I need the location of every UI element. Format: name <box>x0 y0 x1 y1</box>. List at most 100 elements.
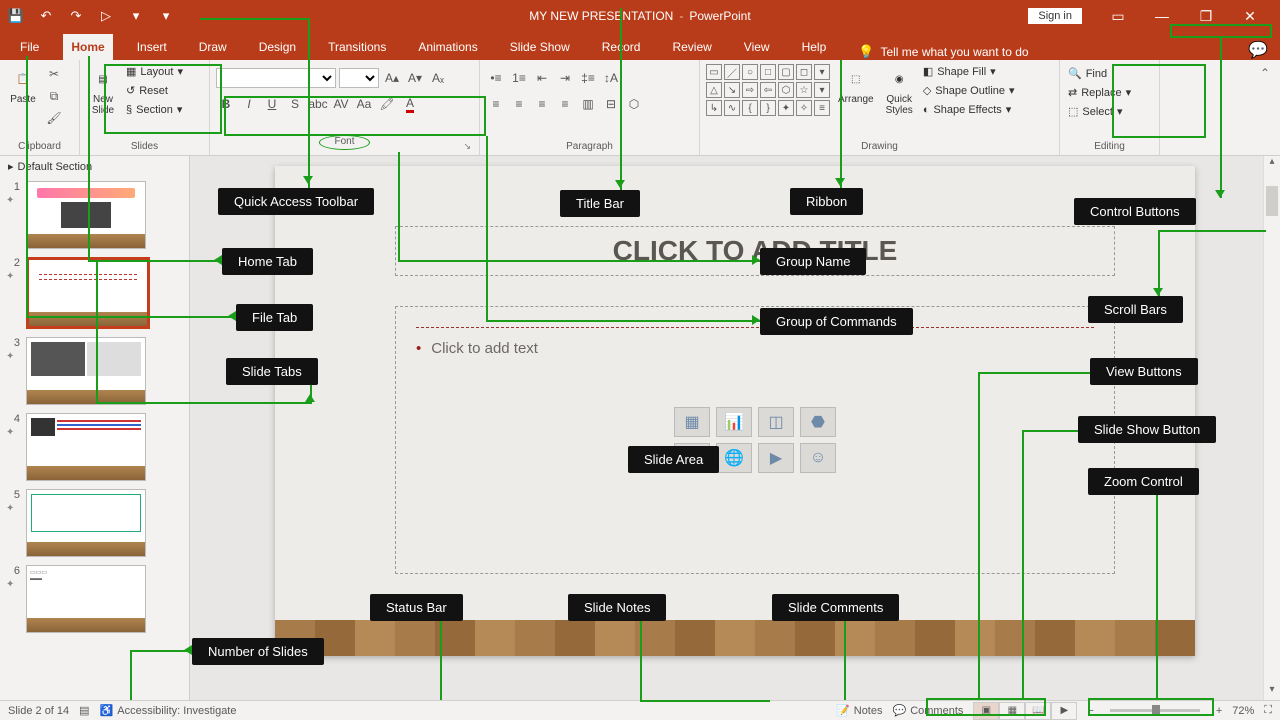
justify-icon[interactable]: ≡ <box>555 94 575 114</box>
notes-button[interactable]: 📝 Notes <box>836 704 882 717</box>
italic-icon[interactable]: I <box>239 94 259 114</box>
font-size-select[interactable] <box>339 68 379 88</box>
columns-icon[interactable]: ▥ <box>578 94 598 114</box>
tab-design[interactable]: Design <box>251 34 304 60</box>
qat-more-icon[interactable]: ▾ <box>128 8 144 24</box>
increase-font-icon[interactable]: A▴ <box>382 68 402 88</box>
replace-button[interactable]: ⇄ Replace ▾ <box>1066 85 1133 100</box>
tab-review[interactable]: Review <box>664 34 719 60</box>
content-placeholder[interactable]: •Click to add text ▦ 📊 ◫ ⬣ 🖼 🌐 ▶ ☺ <box>395 306 1115 574</box>
tab-insert[interactable]: Insert <box>129 34 175 60</box>
insert-smartart-icon[interactable]: ◫ <box>758 407 794 437</box>
align-center-icon[interactable]: ≡ <box>509 94 529 114</box>
align-right-icon[interactable]: ≡ <box>532 94 552 114</box>
line-spacing-icon[interactable]: ‡≡ <box>578 68 598 88</box>
close-icon[interactable]: ✕ <box>1228 2 1272 30</box>
insert-icon-icon[interactable]: ☺ <box>800 443 836 473</box>
cut-icon[interactable]: ✂ <box>44 64 64 84</box>
vertical-scrollbar[interactable]: ▴ ▾ <box>1263 156 1280 700</box>
insert-video-icon[interactable]: ▶ <box>758 443 794 473</box>
undo-icon[interactable]: ↶ <box>38 8 54 24</box>
zoom-level[interactable]: 72% <box>1232 705 1254 717</box>
scroll-thumb[interactable] <box>1266 186 1278 216</box>
reset-button[interactable]: ↺ Reset <box>124 83 185 98</box>
spell-check-icon[interactable]: ▤ <box>79 704 89 717</box>
case-icon[interactable]: Aa <box>354 94 374 114</box>
select-button[interactable]: ⬚ Select ▾ <box>1066 104 1125 119</box>
zoom-slider[interactable] <box>1110 709 1200 712</box>
scroll-down-icon[interactable]: ▾ <box>1264 684 1280 700</box>
quick-styles-button[interactable]: ◉ Quick Styles <box>882 64 917 118</box>
start-from-beginning-icon[interactable]: ▷ <box>98 8 114 24</box>
font-name-select[interactable] <box>216 68 336 88</box>
shape-effects-button[interactable]: ◐ Shape Effects ▾ <box>921 102 1017 117</box>
copy-icon[interactable]: ⧉ <box>44 86 64 106</box>
slide-thumb-3[interactable] <box>26 337 146 405</box>
numbering-icon[interactable]: 1≡ <box>509 68 529 88</box>
indent-inc-icon[interactable]: ⇥ <box>555 68 575 88</box>
indent-dec-icon[interactable]: ⇤ <box>532 68 552 88</box>
insert-chart-icon[interactable]: 📊 <box>716 407 752 437</box>
slideshow-view-icon[interactable]: ▶ <box>1051 702 1077 720</box>
tab-file[interactable]: File <box>12 34 47 60</box>
slide-counter[interactable]: Slide 2 of 14 <box>8 705 69 717</box>
find-button[interactable]: 🔍 Find <box>1066 66 1109 81</box>
sorter-view-icon[interactable]: ▦ <box>999 702 1025 720</box>
tab-draw[interactable]: Draw <box>191 34 235 60</box>
minimize-icon[interactable]: — <box>1140 2 1184 30</box>
slide-thumb-2[interactable] <box>26 257 150 329</box>
shape-fill-button[interactable]: ◧ Shape Fill ▾ <box>921 64 1017 79</box>
clear-format-icon[interactable]: Aₓ <box>428 68 448 88</box>
save-icon[interactable]: 💾 <box>8 8 24 24</box>
sign-in-button[interactable]: Sign in <box>1028 8 1082 24</box>
bullets-icon[interactable]: •≡ <box>486 68 506 88</box>
tell-me[interactable]: 💡Tell me what you want to do <box>858 44 1028 60</box>
ribbon-display-icon[interactable]: ▭ <box>1096 2 1140 30</box>
tab-help[interactable]: Help <box>794 34 835 60</box>
reading-view-icon[interactable]: 📖 <box>1025 702 1051 720</box>
font-color-icon[interactable]: A <box>400 94 420 114</box>
insert-3d-icon[interactable]: ⬣ <box>800 407 836 437</box>
slide-thumb-1[interactable] <box>26 181 146 249</box>
underline-icon[interactable]: U <box>262 94 282 114</box>
spacing-icon[interactable]: AV <box>331 94 351 114</box>
slide-thumb-6[interactable]: ▭▭▭▬▬ <box>26 565 146 633</box>
slide-thumb-5[interactable] <box>26 489 146 557</box>
accessibility-status[interactable]: ♿ Accessibility: Investigate <box>100 704 237 717</box>
section-header[interactable]: ▸ Default Section <box>0 156 189 177</box>
comments-button[interactable]: 💬 Comments <box>893 704 964 717</box>
share-icon[interactable]: 💬 <box>1248 40 1268 60</box>
redo-icon[interactable]: ↷ <box>68 8 84 24</box>
insert-table-icon[interactable]: ▦ <box>674 407 710 437</box>
tab-view[interactable]: View <box>736 34 778 60</box>
tab-animations[interactable]: Animations <box>410 34 485 60</box>
title-placeholder[interactable]: CLICK TO ADD TITLE <box>395 226 1115 276</box>
slide-thumb-4[interactable] <box>26 413 146 481</box>
shape-outline-button[interactable]: ◇ Shape Outline ▾ <box>921 83 1017 98</box>
zoom-in-icon[interactable]: + <box>1216 705 1222 717</box>
paste-button[interactable]: 📋 Paste <box>6 64 40 107</box>
insert-online-pic-icon[interactable]: 🌐 <box>716 443 752 473</box>
align-text-icon[interactable]: ⊟ <box>601 94 621 114</box>
format-painter-icon[interactable]: 🖌 <box>44 108 64 128</box>
tab-slideshow[interactable]: Slide Show <box>502 34 578 60</box>
collapse-ribbon-icon[interactable]: ⌃ <box>1250 60 1280 155</box>
smartart-icon[interactable]: ⬡ <box>624 94 644 114</box>
strike-icon[interactable]: S <box>285 94 305 114</box>
shapes-gallery[interactable]: ▭／○□▢◻▾ △↘⇨⇦⬡☆▾ ↳∿{}✦✧≡ <box>706 64 830 116</box>
align-left-icon[interactable]: ≡ <box>486 94 506 114</box>
tab-transitions[interactable]: Transitions <box>320 34 394 60</box>
text-direction-icon[interactable]: ↕A <box>601 68 621 88</box>
section-button[interactable]: § Section ▾ <box>124 102 185 117</box>
zoom-out-icon[interactable]: − <box>1087 705 1093 717</box>
normal-view-icon[interactable]: ▣ <box>973 702 999 720</box>
scroll-up-icon[interactable]: ▴ <box>1264 156 1280 172</box>
qat-customize-icon[interactable]: ▾ <box>158 8 174 24</box>
highlight-icon[interactable]: 🖍 <box>377 94 397 114</box>
new-slide-button[interactable]: ▤ New Slide <box>86 64 120 118</box>
slide-area[interactable]: CLICK TO ADD TITLE •Click to add text ▦ … <box>275 166 1195 656</box>
dialog-launcher-icon[interactable]: ↘ <box>463 141 471 152</box>
bold-icon[interactable]: B <box>216 94 236 114</box>
shadow-icon[interactable]: abc <box>308 94 328 114</box>
layout-button[interactable]: ▦ Layout ▾ <box>124 64 185 79</box>
